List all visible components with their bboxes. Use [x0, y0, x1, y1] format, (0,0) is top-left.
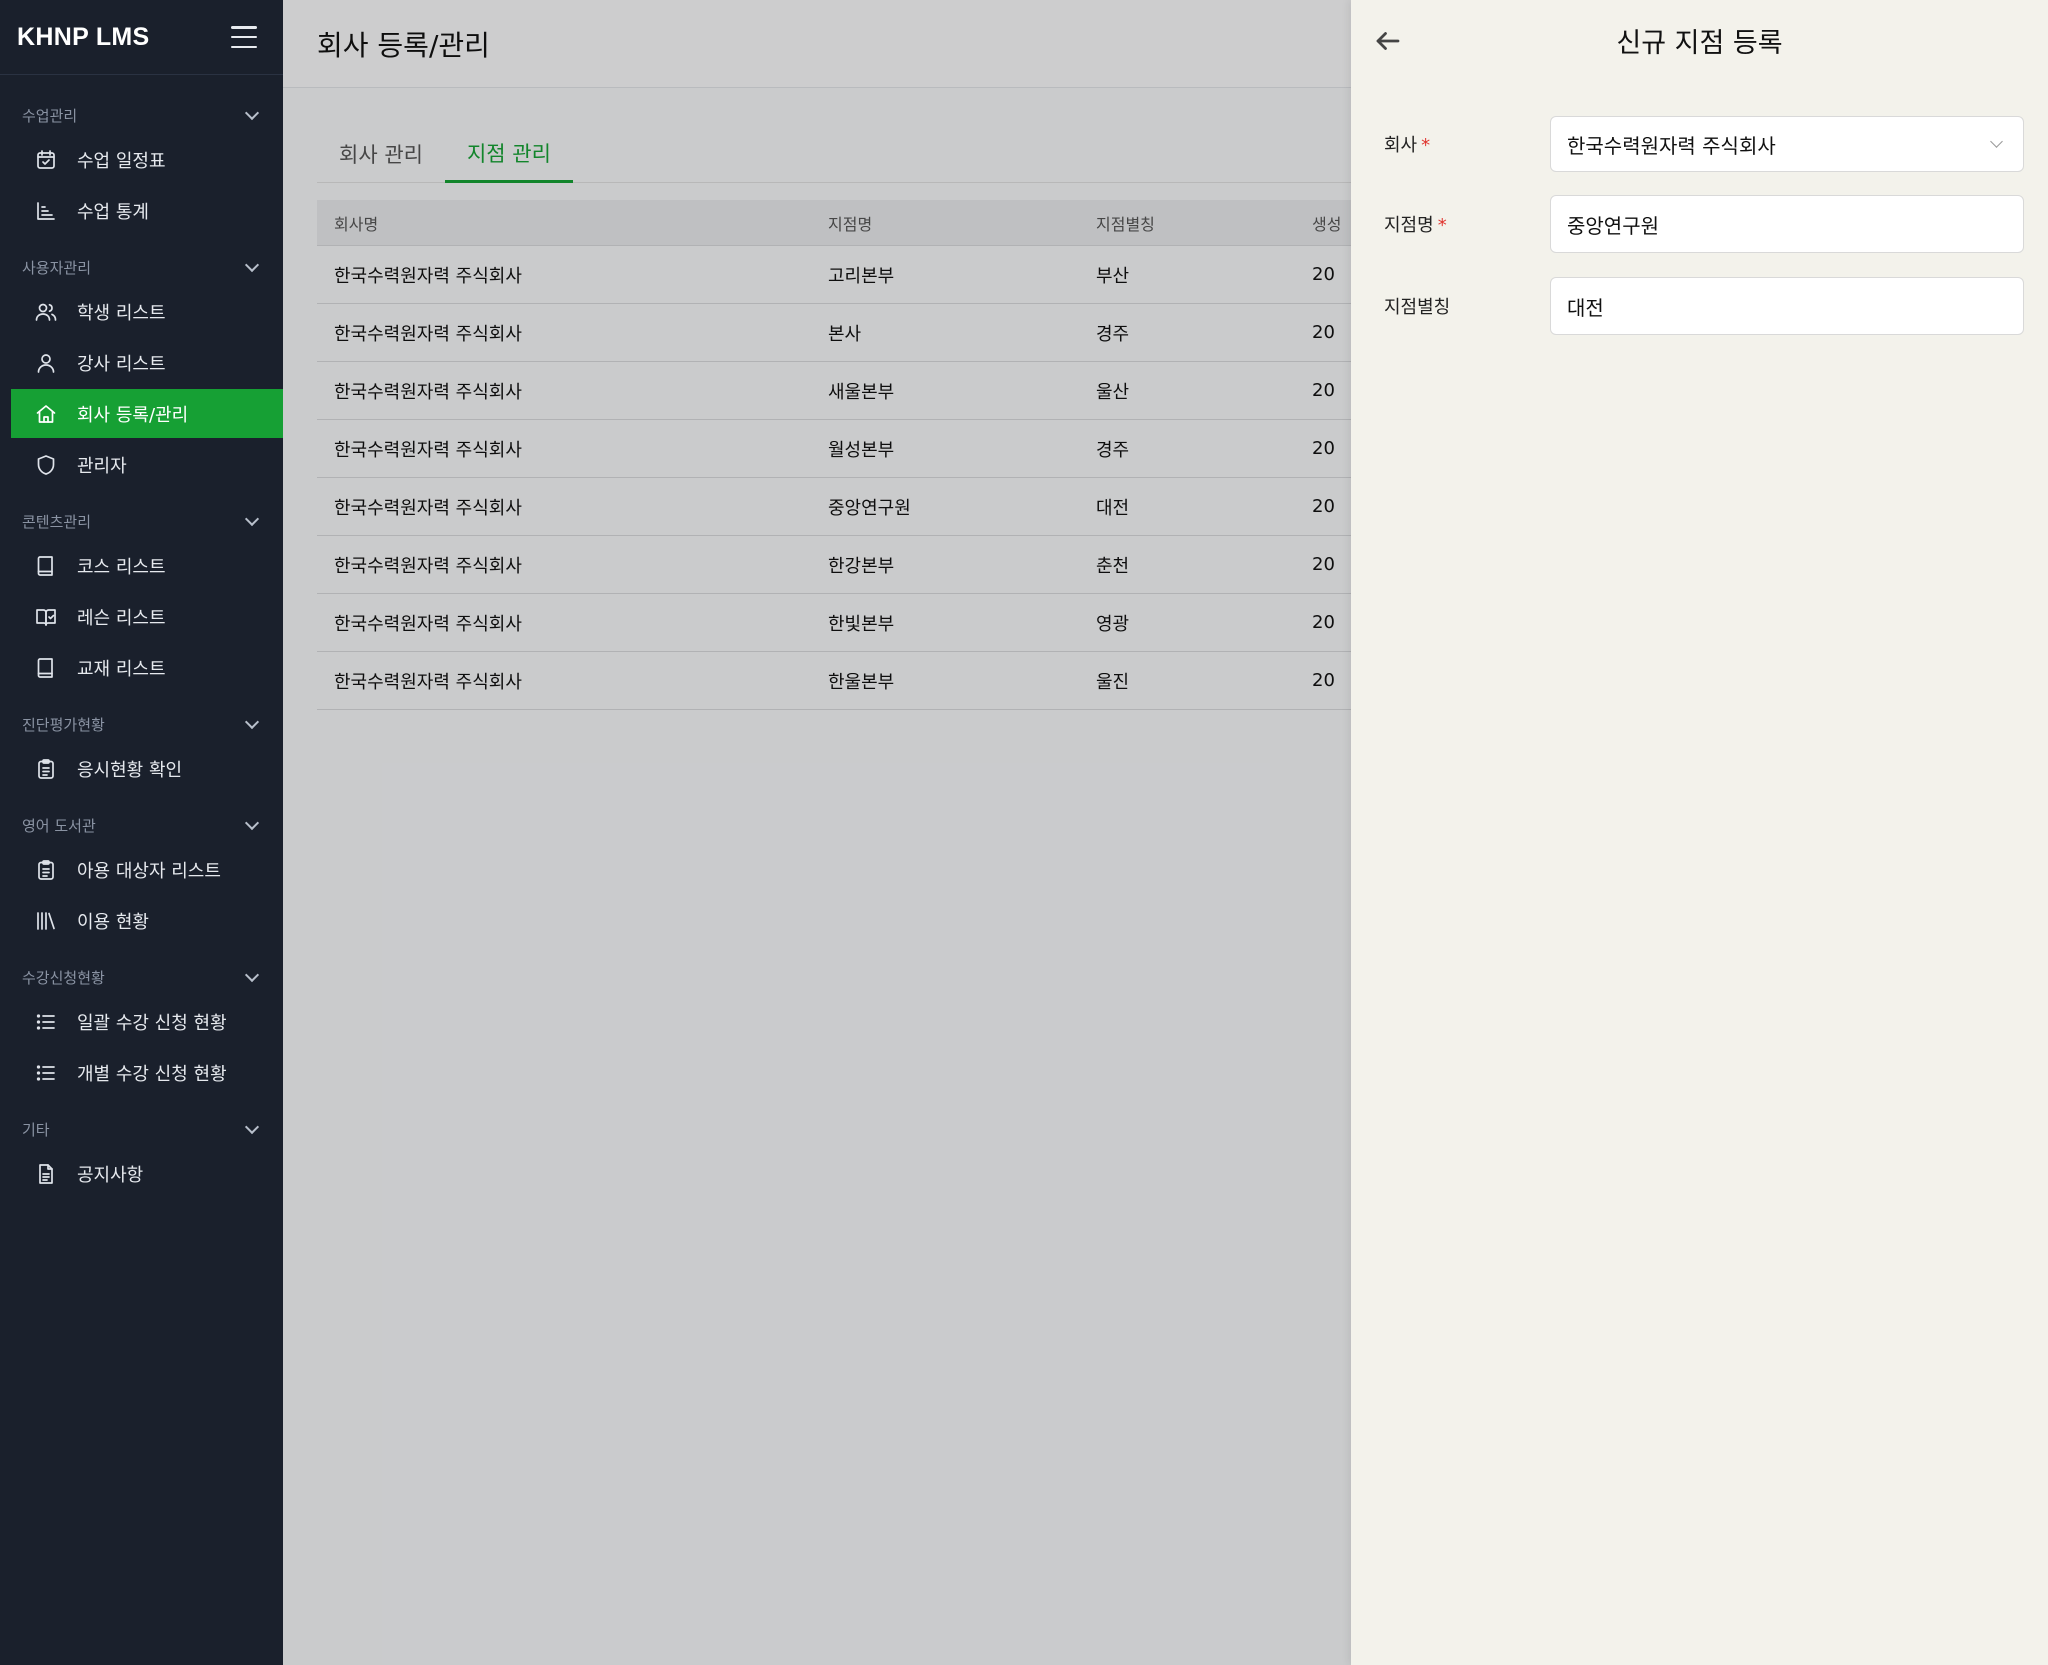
sidebar-item[interactable]: 응시현황 확인	[11, 744, 283, 793]
book-icon	[33, 553, 59, 579]
modal-backdrop[interactable]	[283, 0, 1351, 1665]
sidebar-item[interactable]: 일괄 수강 신청 현황	[11, 997, 283, 1046]
sidebar-item-label: 개별 수강 신청 현황	[77, 1063, 227, 1085]
sidebar-group: 콘텐츠관리 코스 리스트 레슨 리스트 교재 리스트	[0, 501, 283, 692]
sidebar-group: 사용자관리 학생 리스트 강사 리스트 회사 등록/관리 관리자	[0, 247, 283, 489]
company-label: 회사 *	[1384, 135, 1431, 156]
sidebar-section-title: 영어 도서관	[22, 816, 96, 835]
sidebar: KHNP LMS 수업관리 수업 일정표 수업 통계 사용자관리 학생 리스트 …	[0, 0, 283, 1665]
sidebar-group: 수강신청현황 일괄 수강 신청 현황 개별 수강 신청 현황	[0, 957, 283, 1097]
sidebar-item-label: 회사 등록/관리	[77, 404, 189, 426]
chevron-down-icon	[244, 967, 260, 983]
sidebar-group: 영어 도서관 아용 대상자 리스트 이용 현황	[0, 805, 283, 945]
chevron-down-icon	[244, 257, 260, 273]
branch-alias-input[interactable]	[1550, 277, 2024, 335]
sidebar-item-label: 일괄 수강 신청 현황	[77, 1012, 227, 1034]
sidebar-section-header[interactable]: 기타	[0, 1109, 283, 1149]
branch-name-input[interactable]	[1550, 195, 2024, 253]
sidebar-nav: 수업관리 수업 일정표 수업 통계 사용자관리 학생 리스트 강사 리스트 회사…	[0, 75, 283, 1198]
book-icon	[33, 655, 59, 681]
sidebar-item[interactable]: 공지사항	[11, 1149, 283, 1198]
back-arrow-icon[interactable]	[1373, 26, 1403, 56]
branch-alias-row: 지점별칭	[1384, 277, 2024, 335]
company-select-value: 한국수력원자력 주식회사	[1567, 133, 1776, 158]
required-mark: *	[1437, 215, 1447, 236]
chevron-down-icon	[244, 1119, 260, 1135]
sidebar-item-label: 수업 일정표	[77, 150, 166, 172]
sidebar-group: 수업관리 수업 일정표 수업 통계	[0, 95, 283, 235]
library-icon	[33, 908, 59, 934]
sidebar-item[interactable]: 아용 대상자 리스트	[11, 845, 283, 894]
list-icon	[33, 1060, 59, 1086]
document-icon	[33, 1161, 59, 1187]
sidebar-group: 진단평가현황 응시현황 확인	[0, 704, 283, 793]
sidebar-section-header[interactable]: 영어 도서관	[0, 805, 283, 845]
book-open-icon	[33, 604, 59, 630]
sidebar-section-header[interactable]: 수강신청현황	[0, 957, 283, 997]
drawer-header: 신규 지점 등록	[1351, 0, 2048, 80]
home-icon	[33, 401, 59, 427]
sidebar-section-title: 진단평가현황	[22, 715, 105, 734]
branch-name-label: 지점명 *	[1384, 215, 1447, 236]
sidebar-group: 기타 공지사항	[0, 1109, 283, 1198]
sidebar-item[interactable]: 개별 수강 신청 현황	[11, 1048, 283, 1097]
sidebar-item-label: 수업 통계	[77, 201, 149, 223]
user-icon	[33, 350, 59, 376]
sidebar-item-label: 공지사항	[77, 1164, 144, 1186]
sidebar-item[interactable]: 교재 리스트	[11, 643, 283, 692]
sidebar-item[interactable]: 수업 일정표	[11, 135, 283, 184]
sidebar-section-header[interactable]: 사용자관리	[0, 247, 283, 287]
sidebar-item-label: 이용 현황	[77, 911, 149, 933]
hamburger-menu-icon[interactable]	[231, 26, 257, 48]
chevron-down-icon	[244, 815, 260, 831]
sidebar-item[interactable]: 학생 리스트	[11, 287, 283, 336]
list-icon	[33, 1009, 59, 1035]
required-mark: *	[1421, 135, 1431, 156]
sidebar-item-label: 학생 리스트	[77, 302, 166, 324]
drawer-title: 신규 지점 등록	[1616, 27, 1783, 59]
new-branch-drawer: 신규 지점 등록 회사* 한국수력원자력 주식회사 지점명* 지점별칭	[1351, 0, 2048, 1665]
branch-alias-label: 지점별칭	[1384, 297, 1451, 318]
sidebar-item-label: 아용 대상자 리스트	[77, 860, 221, 882]
sidebar-item[interactable]: 강사 리스트	[11, 338, 283, 387]
sidebar-section-title: 사용자관리	[22, 258, 92, 277]
shield-icon	[33, 452, 59, 478]
sidebar-brand: KHNP LMS	[0, 0, 283, 75]
sidebar-item-label: 코스 리스트	[77, 556, 166, 578]
sidebar-section-title: 수강신청현황	[22, 968, 105, 987]
sidebar-item-label: 교재 리스트	[77, 658, 166, 680]
sidebar-item-label: 강사 리스트	[77, 353, 166, 375]
calendar-check-icon	[33, 147, 59, 173]
sidebar-item[interactable]: 레슨 리스트	[11, 592, 283, 641]
brand-title: KHNP LMS	[17, 22, 150, 51]
sidebar-section-header[interactable]: 수업관리	[0, 95, 283, 135]
sidebar-section-title: 수업관리	[22, 106, 78, 125]
sidebar-section-header[interactable]: 콘텐츠관리	[0, 501, 283, 541]
sidebar-section-title: 콘텐츠관리	[22, 512, 92, 531]
company-row: 회사 * 한국수력원자력 주식회사	[1384, 116, 2024, 172]
sidebar-item-label: 관리자	[77, 455, 127, 477]
sidebar-section-title: 기타	[22, 1120, 50, 1139]
company-select[interactable]: 한국수력원자력 주식회사	[1550, 116, 2024, 172]
chevron-down-icon	[244, 714, 260, 730]
chevron-down-icon	[244, 511, 260, 527]
chart-icon	[33, 198, 59, 224]
chevron-down-icon	[1990, 135, 2003, 148]
chevron-down-icon	[244, 105, 260, 121]
sidebar-item[interactable]: 관리자	[11, 440, 283, 489]
sidebar-item[interactable]: 수업 통계	[11, 186, 283, 235]
sidebar-item[interactable]: 이용 현황	[11, 896, 283, 945]
clipboard-icon	[33, 756, 59, 782]
users-icon	[33, 299, 59, 325]
sidebar-item-label: 응시현황 확인	[77, 759, 183, 781]
branch-name-row: 지점명 *	[1384, 195, 2024, 253]
clipboard-icon	[33, 857, 59, 883]
sidebar-item[interactable]: 회사 등록/관리	[11, 389, 283, 438]
sidebar-item[interactable]: 코스 리스트	[11, 541, 283, 590]
sidebar-section-header[interactable]: 진단평가현황	[0, 704, 283, 744]
sidebar-item-label: 레슨 리스트	[77, 607, 166, 629]
